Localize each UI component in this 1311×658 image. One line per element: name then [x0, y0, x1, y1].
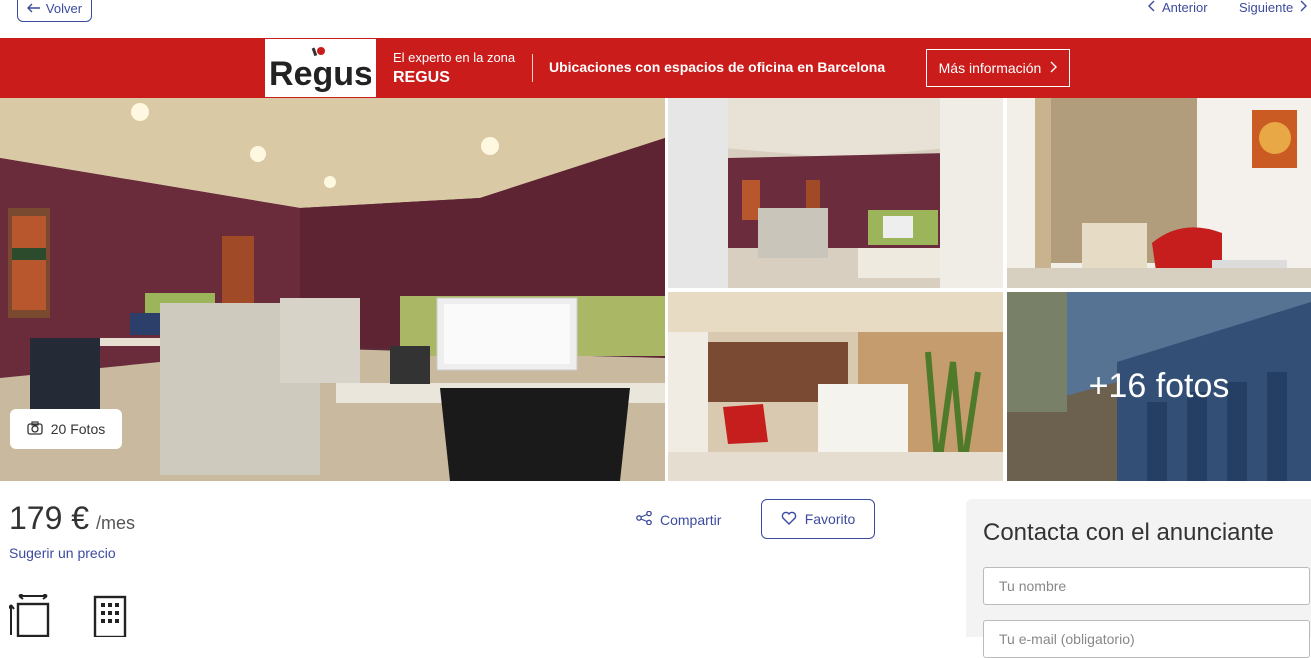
- share-button[interactable]: Compartir: [636, 510, 722, 528]
- logo-text: Regus: [271, 55, 371, 93]
- arrow-left-icon: [26, 1, 41, 16]
- thumbnail-photo-1[interactable]: [668, 98, 1003, 288]
- banner-divider: [532, 54, 533, 82]
- more-info-button[interactable]: Más información: [926, 49, 1070, 87]
- previous-label: Anterior: [1162, 0, 1208, 15]
- contact-title: Contacta con el anunciante: [983, 519, 1274, 546]
- thumbnail-photo-2[interactable]: [1007, 98, 1311, 288]
- building-icon: [92, 594, 128, 642]
- banner-tagline: Ubicaciones con espacios de oficina en B…: [549, 59, 886, 75]
- contact-panel: Contacta con el anunciante Tu nombre Tu …: [966, 499, 1311, 658]
- more-photos-label[interactable]: +16 fotos: [1007, 292, 1311, 481]
- previous-link[interactable]: Anterior: [1148, 0, 1208, 15]
- photo-count-button[interactable]: 20 Fotos: [10, 409, 122, 449]
- chevron-left-icon: [1148, 0, 1156, 15]
- back-button[interactable]: Volver: [17, 0, 92, 22]
- chevron-right-icon: [1049, 60, 1058, 76]
- price: 179 €: [9, 500, 90, 536]
- favorite-label: Favorito: [804, 511, 856, 527]
- email-field[interactable]: Tu e-mail (obligatorio): [983, 620, 1310, 658]
- regus-logo[interactable]: Regus: [265, 39, 376, 97]
- advertiser-name[interactable]: REGUS: [393, 69, 450, 87]
- banner-subtitle: El experto en la zona: [393, 50, 516, 65]
- name-field[interactable]: Tu nombre: [983, 567, 1310, 605]
- back-label: Volver: [45, 0, 83, 16]
- advertiser-banner: Regus El experto en la zona REGUS Ubicac…: [0, 38, 1311, 98]
- next-label: Siguiente: [1239, 0, 1294, 15]
- heart-icon: [781, 511, 797, 528]
- photo-count-label: 20 Fotos: [50, 421, 106, 437]
- thumbnail-photo-3[interactable]: [668, 292, 1003, 481]
- top-nav: Volver Anterior Siguiente: [0, 0, 1311, 38]
- chevron-right-icon: [1299, 0, 1308, 15]
- more-info-label: Más información: [938, 60, 1042, 76]
- camera-icon: [27, 420, 43, 438]
- area-icon: [7, 592, 51, 642]
- next-link[interactable]: Siguiente: [1239, 0, 1308, 15]
- suggest-price-link[interactable]: Sugerir un precio: [9, 545, 116, 561]
- price-unit: /mes: [96, 513, 136, 533]
- share-label: Compartir: [660, 511, 722, 528]
- share-icon: [636, 510, 652, 528]
- favorite-button[interactable]: Favorito: [761, 499, 875, 539]
